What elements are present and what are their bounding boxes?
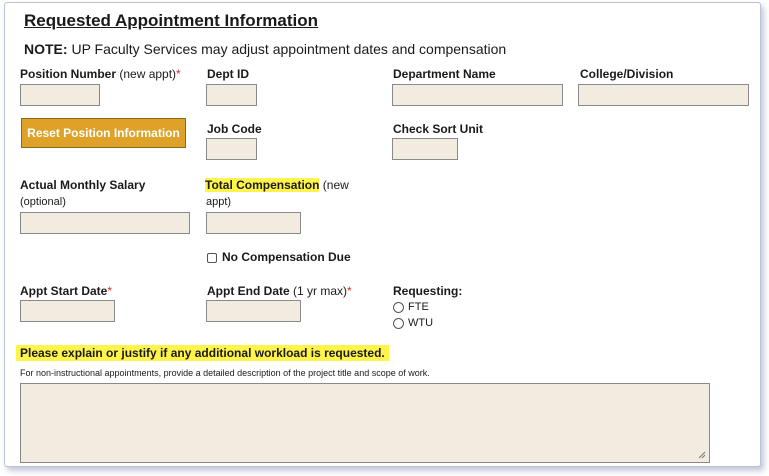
total-compensation-hint: appt): [206, 196, 232, 208]
wtu-radio-label: WTU: [408, 317, 434, 329]
workload-instructions: For non-instructional appointments, prov…: [20, 368, 430, 378]
position-number-label: Position Number (new appt)*: [20, 67, 181, 81]
requesting-label: Requesting:: [393, 284, 463, 298]
appt-end-date-label: Appt End Date (1 yr max)*: [207, 284, 352, 298]
college-division-field[interactable]: [578, 84, 749, 106]
check-sort-unit-field[interactable]: [392, 138, 458, 160]
check-sort-unit-label: Check Sort Unit: [393, 122, 484, 136]
no-compensation-checkbox[interactable]: [207, 253, 217, 263]
appt-start-date-field[interactable]: [20, 300, 115, 322]
appt-end-date-field[interactable]: [206, 300, 301, 322]
actual-monthly-salary-field[interactable]: [20, 212, 190, 234]
job-code-field[interactable]: [206, 138, 257, 160]
note-text: NOTE: UP Faculty Services may adjust app…: [24, 41, 507, 57]
fte-radio[interactable]: [393, 302, 404, 313]
college-division-label: College/Division: [580, 67, 674, 81]
workload-heading: Please explain or justify if any additio…: [16, 345, 389, 361]
dept-id-label: Dept ID: [207, 67, 249, 81]
department-name-label: Department Name: [393, 67, 496, 81]
fte-radio-label: FTE: [408, 301, 429, 313]
total-compensation-field[interactable]: [206, 212, 301, 234]
workload-textarea[interactable]: [20, 383, 710, 463]
section-title: Requested Appointment Information: [24, 11, 319, 30]
actual-monthly-salary-sublabel: (optional): [20, 196, 66, 208]
reset-position-button[interactable]: Reset Position Information: [21, 118, 186, 148]
wtu-radio[interactable]: [393, 318, 404, 329]
form-panel: Requested Appointment Information NOTE: …: [4, 2, 761, 467]
job-code-label: Job Code: [207, 122, 262, 136]
resize-grip-icon[interactable]: [698, 451, 706, 459]
department-name-field[interactable]: [392, 84, 563, 106]
actual-monthly-salary-label: Actual Monthly Salary: [20, 178, 146, 192]
appt-start-date-label: Appt Start Date*: [20, 284, 113, 298]
total-compensation-label: Total Compensation (new: [205, 178, 349, 192]
no-compensation-label: No Compensation Due: [222, 250, 351, 264]
position-number-field[interactable]: [20, 84, 100, 106]
dept-id-field[interactable]: [206, 84, 257, 106]
